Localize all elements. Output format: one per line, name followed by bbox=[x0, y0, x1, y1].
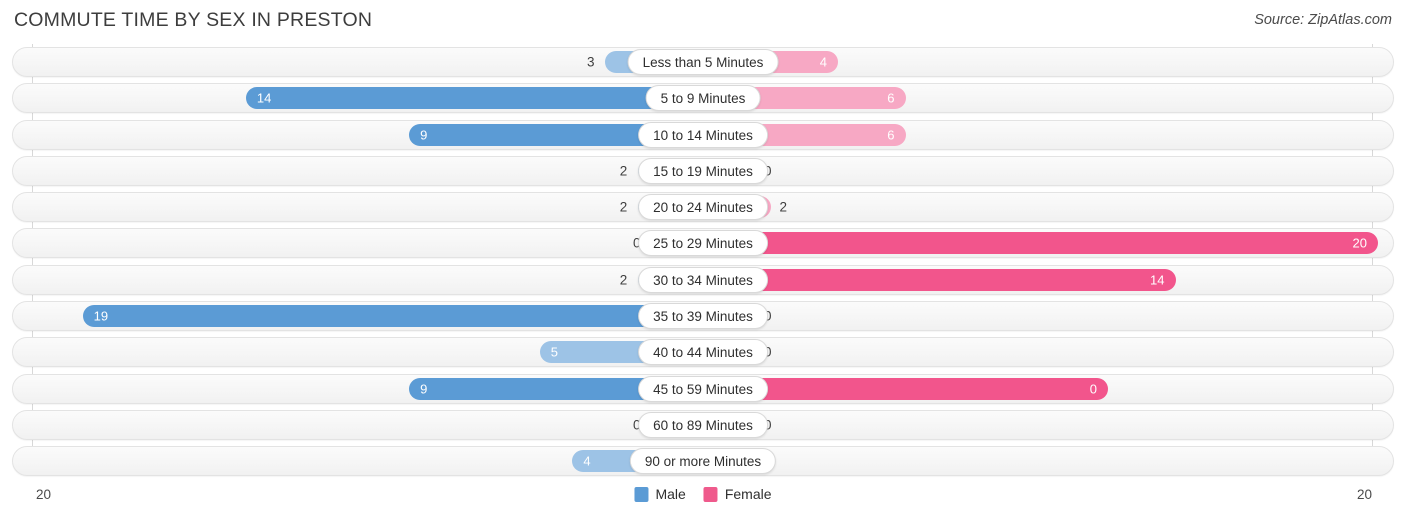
axis-max-left: 20 bbox=[36, 487, 52, 502]
bar-male[interactable]: 19 bbox=[82, 305, 703, 328]
chart-row: 19035 to 39 Minutes bbox=[0, 301, 1406, 332]
legend-item[interactable]: Female bbox=[703, 486, 772, 502]
category-label: 25 to 29 Minutes bbox=[638, 230, 768, 257]
category-label: 5 to 9 Minutes bbox=[645, 85, 761, 112]
bar-value-male: 3 bbox=[587, 54, 595, 70]
chart-row: 14 2 30 to 34 Minutes bbox=[0, 264, 1406, 295]
chart-row: 2 2 20 to 24 Minutes bbox=[0, 192, 1406, 223]
bar-value-female: 4 bbox=[819, 54, 827, 70]
bar-value-male: 2 bbox=[619, 272, 628, 288]
bar-value-male: 2 bbox=[619, 199, 628, 215]
page-title: COMMUTE TIME BY SEX IN PRESTON bbox=[14, 9, 373, 31]
chart-row: 2015 to 19 Minutes bbox=[0, 155, 1406, 186]
source-attribution: Source: ZipAtlas.com bbox=[1254, 12, 1392, 28]
category-label: 15 to 19 Minutes bbox=[638, 157, 768, 184]
bar-value-female: 6 bbox=[887, 127, 895, 143]
chart-row: 9 0 45 to 59 Minutes bbox=[0, 373, 1406, 404]
legend-swatch-icon bbox=[703, 486, 718, 502]
chart-row: 9 6 10 to 14 Minutes bbox=[0, 119, 1406, 150]
category-label: 30 to 34 Minutes bbox=[638, 266, 768, 293]
bar-value-female: 2 bbox=[779, 199, 788, 215]
bar-value-female: 0 bbox=[1089, 381, 1097, 397]
chart-row: 14 6 5 to 9 Minutes bbox=[0, 83, 1406, 114]
bar-female[interactable]: 14 bbox=[703, 268, 1176, 291]
chart-header: COMMUTE TIME BY SEX IN PRESTON Source: Z… bbox=[0, 0, 1406, 44]
chart-plot-area: 4 3 Less than 5 Minutes 14 6 5 to 9 Minutes 9 6… bbox=[0, 44, 1406, 481]
bar-value-male: 4 bbox=[583, 453, 591, 469]
legend-label: Male bbox=[655, 486, 686, 502]
legend-item[interactable]: Male bbox=[634, 486, 686, 502]
bar-value-male: 14 bbox=[256, 90, 272, 106]
bar-female[interactable]: 20 bbox=[703, 232, 1378, 255]
bar-value-male: 2 bbox=[619, 163, 628, 179]
category-label: 45 to 59 Minutes bbox=[638, 375, 768, 402]
category-label: 60 to 89 Minutes bbox=[638, 411, 768, 438]
bar-male[interactable]: 14 bbox=[245, 87, 703, 110]
category-label: 20 to 24 Minutes bbox=[638, 194, 768, 221]
bar-value-male: 19 bbox=[93, 308, 109, 324]
chart-row: 4090 or more Minutes bbox=[0, 446, 1406, 477]
category-label: 10 to 14 Minutes bbox=[638, 121, 768, 148]
bar-value-female: 14 bbox=[1150, 272, 1165, 288]
chart-rows: 4 3 Less than 5 Minutes 14 6 5 to 9 Minutes 9 6… bbox=[0, 47, 1406, 483]
chart-row: 0060 to 89 Minutes bbox=[0, 409, 1406, 440]
bar-value-female: 6 bbox=[887, 90, 895, 106]
chart-row: 5040 to 44 Minutes bbox=[0, 337, 1406, 368]
chart-row: 4 3 Less than 5 Minutes bbox=[0, 47, 1406, 77]
category-label: 35 to 39 Minutes bbox=[638, 303, 768, 330]
bar-value-male: 9 bbox=[420, 127, 428, 143]
category-label: 40 to 44 Minutes bbox=[638, 339, 768, 366]
category-label: Less than 5 Minutes bbox=[627, 49, 779, 75]
legend-swatch-icon bbox=[634, 486, 649, 502]
bar-value-male: 9 bbox=[420, 381, 428, 397]
bar-value-male: 5 bbox=[550, 344, 558, 360]
axis-max-right: 20 bbox=[1356, 487, 1372, 502]
chart-legend: Male Female bbox=[634, 486, 772, 502]
bar-value-female: 20 bbox=[1352, 235, 1367, 251]
chart-row: 20 0 25 to 29 Minutes bbox=[0, 228, 1406, 259]
chart-footer: 20 20 Male Female bbox=[0, 481, 1406, 523]
category-label: 90 or more Minutes bbox=[629, 448, 777, 475]
legend-label: Female bbox=[724, 486, 772, 502]
